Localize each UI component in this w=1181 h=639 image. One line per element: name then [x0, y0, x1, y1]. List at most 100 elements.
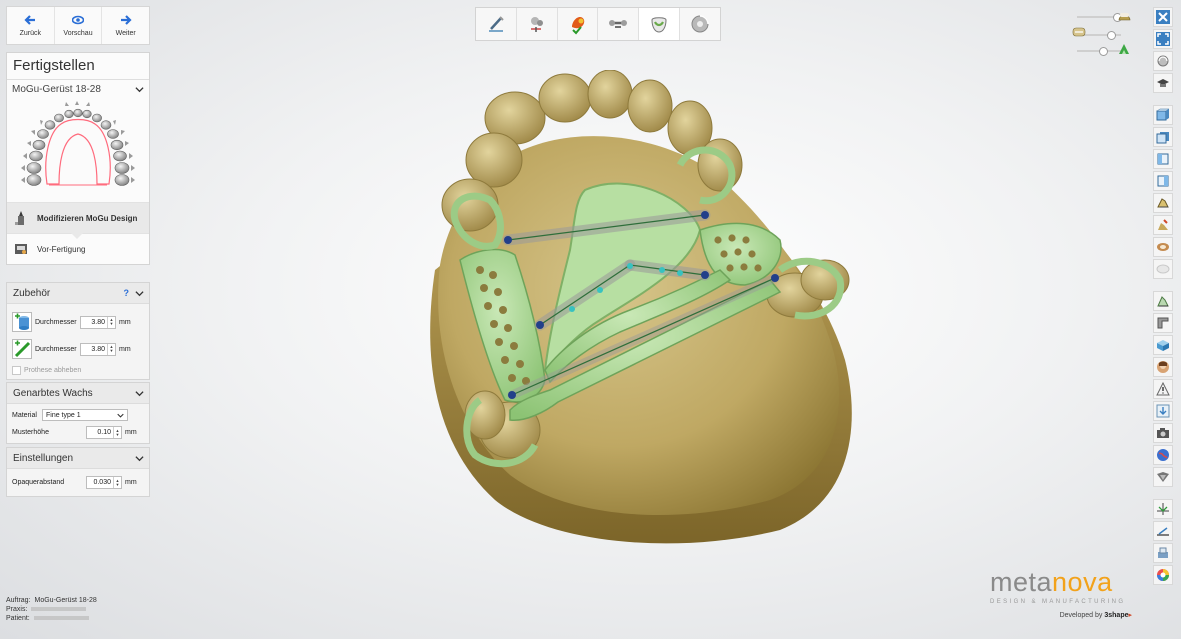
add-connector-icon[interactable] — [12, 339, 32, 359]
vendor-name: 3shape — [1104, 612, 1129, 619]
fullscreen-icon — [1156, 32, 1170, 46]
warning-icon — [1156, 382, 1170, 396]
settings-header[interactable]: Einstellungen — [7, 448, 149, 469]
preview-label: Vorschau — [63, 30, 93, 37]
framework-icon — [651, 17, 667, 33]
section-button[interactable] — [1153, 313, 1173, 333]
section-title: Einstellungen — [13, 452, 74, 464]
snapshot-button[interactable] — [1153, 423, 1173, 443]
diameter-value: 3.80 — [91, 318, 105, 326]
eye-icon — [72, 15, 84, 25]
stepper-arrows-icon[interactable]: ▲ ▼ — [113, 477, 121, 488]
fullscreen-button[interactable] — [1153, 29, 1173, 49]
accessories-header[interactable]: Zubehör ? — [7, 283, 149, 304]
diameter-stepper[interactable]: 3.80 ▲ ▼ — [80, 342, 116, 356]
axis-button[interactable] — [1153, 499, 1173, 519]
stepper-arrows-icon[interactable]: ▲ ▼ — [107, 316, 115, 328]
help-icon[interactable]: ? — [124, 288, 130, 298]
pattern-height-stepper[interactable]: 0.10 ▲ ▼ — [86, 426, 122, 439]
practice-value-redacted — [31, 607, 87, 611]
step-label: Modifizieren MoGu Design — [37, 213, 138, 223]
lift-denture-row[interactable]: Prothese abheben — [7, 366, 149, 375]
case-name: MoGu-Gerüst 18-28 — [12, 83, 101, 95]
view-left-button[interactable] — [1153, 149, 1173, 169]
framework-transparency-slider[interactable] — [1077, 47, 1121, 56]
slider-knob[interactable] — [1099, 47, 1108, 56]
next-label: Weiter — [115, 30, 136, 37]
add-cylinder-icon[interactable] — [12, 312, 32, 332]
chevron-down-icon — [135, 455, 144, 461]
tab-wax-tools[interactable] — [517, 8, 558, 40]
diameter-stepper[interactable]: 3.80 ▲ ▼ — [80, 315, 116, 329]
material-row: Material Fine type 1 — [7, 409, 149, 421]
avatar-button[interactable] — [1153, 357, 1173, 377]
slider-knob[interactable] — [1107, 31, 1116, 40]
view-left-icon — [1157, 153, 1169, 165]
preview-button[interactable]: Vorschau — [55, 7, 103, 44]
wax-header[interactable]: Genarbtes Wachs — [7, 383, 149, 404]
tab-color[interactable] — [558, 8, 599, 40]
tab-scan-edit[interactable] — [476, 8, 517, 40]
rotate-button[interactable] — [1153, 51, 1173, 71]
view-occlusal-icon — [1157, 243, 1169, 251]
tab-export[interactable] — [680, 8, 720, 40]
arrow-right-icon — [120, 15, 132, 25]
outline-button[interactable] — [1153, 259, 1173, 279]
lift-denture-checkbox[interactable] — [12, 366, 21, 375]
case-info: Auftrag: MoGu-Gerüst 18-28 Praxis: Patien… — [6, 596, 97, 623]
scan-edit-icon — [488, 16, 504, 32]
download-button[interactable] — [1153, 401, 1173, 421]
metanova-logo: metanova — [990, 568, 1132, 596]
print-button[interactable] — [1153, 543, 1173, 563]
view-top-icon — [1157, 198, 1169, 208]
section-title: Zubehör — [13, 287, 51, 299]
next-button[interactable]: Weiter — [102, 7, 149, 44]
color-wheel-button[interactable] — [1153, 565, 1173, 585]
stepper-arrows-icon[interactable]: ▲ ▼ — [107, 343, 115, 355]
unit-label: mm — [119, 345, 131, 353]
tooth-chart[interactable] — [7, 98, 149, 202]
cap-button[interactable] — [1153, 73, 1173, 93]
dental-model-render[interactable] — [400, 69, 880, 560]
view-front-button[interactable] — [1153, 105, 1173, 125]
unit-label: mm — [125, 429, 137, 436]
view-top-button[interactable] — [1153, 193, 1173, 213]
unit-label: mm — [125, 479, 137, 486]
tab-connector[interactable] — [598, 8, 640, 40]
measure-button[interactable] — [1153, 291, 1173, 311]
hat-icon — [1157, 79, 1169, 87]
opaquer-label: Opaquerabstand — [12, 479, 65, 486]
close-button[interactable] — [1153, 7, 1173, 27]
view-back-button[interactable] — [1153, 127, 1173, 147]
logo-part-a: meta — [990, 567, 1053, 597]
3d-viewport[interactable] — [400, 69, 880, 560]
framework-shape-icon — [1119, 44, 1129, 54]
view-right-button[interactable] — [1153, 171, 1173, 191]
workflow-toolbar — [475, 7, 721, 41]
tool-row: Durchmesser 3.80 ▲ ▼ mm — [7, 310, 149, 334]
diameter-label: Durchmesser — [35, 318, 77, 326]
shield-button[interactable] — [1153, 467, 1173, 487]
box-button[interactable] — [1153, 335, 1173, 355]
opaquer-stepper[interactable]: 0.030 ▲ ▼ — [86, 476, 122, 489]
tab-framework[interactable] — [639, 8, 681, 40]
view-bottom-button[interactable] — [1153, 215, 1173, 235]
color-apply-icon — [571, 17, 584, 35]
case-selector[interactable]: MoGu-Gerüst 18-28 — [7, 80, 149, 98]
stepper-arrows-icon[interactable]: ▲ ▼ — [113, 427, 121, 438]
profile-button[interactable] — [1153, 521, 1173, 541]
design-tool-icon — [15, 211, 24, 225]
view-occlusal-button[interactable] — [1153, 237, 1173, 257]
logo-part-b: nova — [1052, 567, 1113, 597]
warning-button[interactable] — [1153, 379, 1173, 399]
accessories-section: Zubehör ? Durchmesser 3.80 ▲ ▼ mm Durchmes… — [6, 282, 150, 380]
developed-by-label: Developed by — [1059, 612, 1103, 619]
developed-by: Developed by 3shape▸ — [990, 611, 1132, 619]
rotate-icon — [1157, 55, 1169, 67]
globe-button[interactable] — [1153, 445, 1173, 465]
material-select[interactable]: Fine type 1 — [42, 409, 128, 421]
panel-title: Fertigstellen — [7, 53, 149, 80]
back-button[interactable]: Zurück — [7, 7, 55, 44]
step-modify-design[interactable]: Modifizieren MoGu Design — [7, 202, 149, 239]
view-right-icon — [1157, 175, 1169, 187]
